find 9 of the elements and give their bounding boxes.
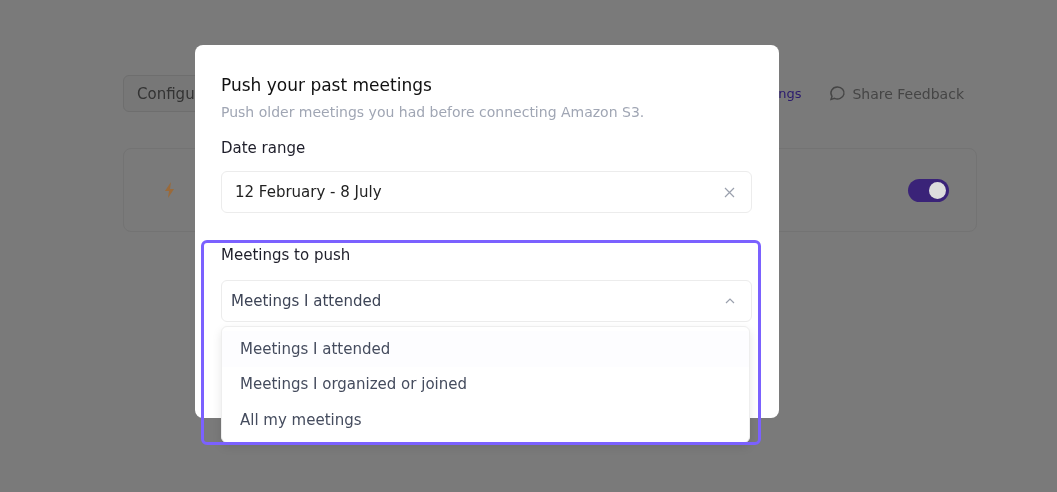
dialog-subtitle: Push older meetings you had before connecting Amazon S3. (221, 104, 646, 120)
dropdown-option[interactable]: All my meetings (222, 402, 749, 438)
dialog-title: Push your past meetings (221, 75, 433, 95)
date-range-field[interactable]: 12 February - 8 July (221, 171, 752, 213)
meetings-select[interactable]: Meetings I attended (221, 280, 752, 322)
field-label: Meetings to push (221, 246, 352, 264)
dropdown-option[interactable]: Meetings I attended (222, 331, 749, 367)
dropdown-option[interactable]: Meetings I organized or joined (222, 366, 749, 402)
field-label: Date range (221, 139, 307, 157)
